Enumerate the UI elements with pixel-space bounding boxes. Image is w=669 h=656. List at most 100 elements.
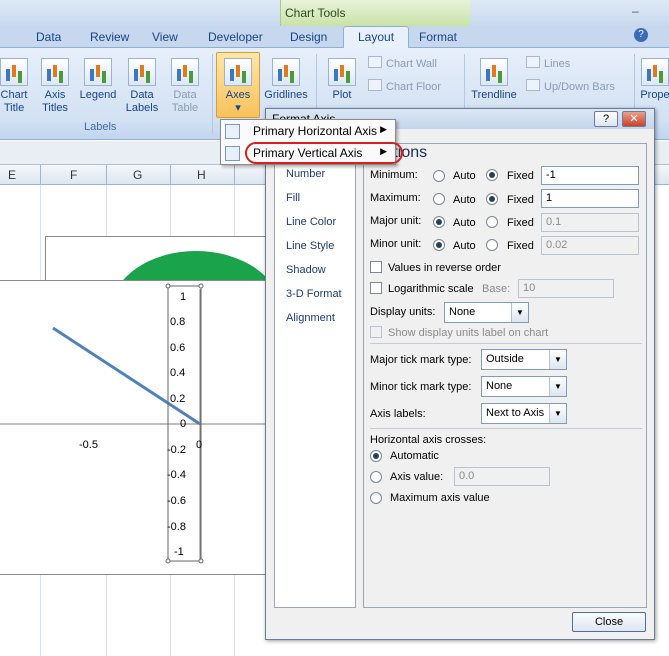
tab-format[interactable]: Format bbox=[419, 30, 457, 44]
show-units-label: Show display units label on chart bbox=[388, 327, 549, 339]
menu-item-primary-horizontal-axis[interactable]: Primary Horizontal Axis ▶ bbox=[221, 121, 395, 142]
minor-unit-fixed-label: Fixed bbox=[507, 240, 534, 252]
column-header-h[interactable]: H bbox=[197, 168, 206, 182]
gridlines-button[interactable]: Gridlines bbox=[262, 58, 310, 102]
crosses-axis-value-field[interactable]: 0.0 bbox=[454, 467, 550, 486]
column-header-f[interactable]: F bbox=[70, 168, 77, 182]
group-divider bbox=[212, 54, 213, 134]
background-chart[interactable] bbox=[45, 236, 270, 281]
trendline-icon bbox=[480, 58, 508, 86]
properties-button[interactable]: Prope bbox=[638, 58, 669, 102]
minimum-auto-radio[interactable] bbox=[433, 170, 445, 182]
crosses-axis-value-label: Axis value: bbox=[390, 471, 444, 483]
major-unit-fixed-radio[interactable] bbox=[486, 216, 498, 228]
values-reverse-checkbox[interactable] bbox=[370, 261, 382, 273]
chart-floor-button[interactable]: Chart Floor bbox=[368, 79, 441, 93]
nav-fill[interactable]: Fill bbox=[286, 192, 300, 204]
axis-labels-select[interactable]: Next to Axis ▼ bbox=[481, 403, 567, 424]
y-tick-label: 0 bbox=[180, 418, 187, 430]
data-labels-button[interactable]: Data Labels bbox=[122, 58, 162, 115]
minor-tick-label: Minor tick mark type: bbox=[370, 381, 472, 393]
legend-button[interactable]: Legend bbox=[77, 58, 119, 102]
minor-unit-field[interactable]: 0.02 bbox=[541, 236, 639, 255]
maximum-auto-radio[interactable] bbox=[433, 193, 445, 205]
nav-alignment[interactable]: Alignment bbox=[286, 312, 335, 324]
chart-title-button[interactable]: Chart Title bbox=[0, 58, 32, 115]
nav-3d-format[interactable]: 3-D Format bbox=[286, 288, 342, 300]
axis-titles-button[interactable]: Axis Titles bbox=[36, 58, 74, 115]
data-labels-icon bbox=[128, 58, 156, 86]
divider bbox=[370, 343, 642, 344]
maximum-auto-label: Auto bbox=[453, 194, 476, 206]
x-tick-label: -0.5 bbox=[79, 439, 98, 451]
major-unit-auto-radio[interactable] bbox=[433, 216, 445, 228]
column-header-g[interactable]: G bbox=[133, 168, 142, 182]
major-unit-fixed-label: Fixed bbox=[507, 217, 534, 229]
column-header-e[interactable]: E bbox=[8, 168, 16, 182]
tab-view[interactable]: View bbox=[152, 30, 178, 44]
base-field[interactable]: 10 bbox=[518, 279, 614, 298]
nav-line-style[interactable]: Line Style bbox=[286, 240, 334, 252]
dialog-help-button[interactable]: ? bbox=[594, 111, 618, 127]
axes-button-content[interactable]: Axes ▾ bbox=[218, 58, 258, 115]
chart-area[interactable]: 1 0.8 0.6 0.4 0.2 0 -0.2 -0.4 -0.6 -0.8 … bbox=[0, 280, 268, 575]
crosses-axis-value-radio[interactable] bbox=[370, 471, 382, 483]
minimum-fixed-radio[interactable] bbox=[486, 169, 498, 181]
tab-developer[interactable]: Developer bbox=[208, 30, 263, 44]
legend-icon bbox=[84, 58, 112, 86]
chart-wall-button[interactable]: Chart Wall bbox=[368, 56, 437, 70]
maximum-fixed-radio[interactable] bbox=[486, 193, 498, 205]
y-tick-label: -1 bbox=[174, 546, 184, 558]
lines-button[interactable]: Lines bbox=[526, 56, 570, 70]
minimum-field[interactable]: -1 bbox=[541, 166, 639, 185]
maximum-field[interactable]: 1 bbox=[541, 189, 639, 208]
minor-unit-fixed-radio[interactable] bbox=[486, 239, 498, 251]
major-unit-field[interactable]: 0.1 bbox=[541, 213, 639, 232]
y-tick-label: -0.4 bbox=[167, 469, 186, 481]
show-units-checkbox[interactable] bbox=[370, 326, 382, 338]
tab-review[interactable]: Review bbox=[90, 30, 129, 44]
nav-number[interactable]: Number bbox=[286, 168, 325, 180]
minor-unit-auto-radio[interactable] bbox=[433, 239, 445, 251]
properties-icon bbox=[641, 58, 669, 86]
tab-layout[interactable]: Layout bbox=[343, 26, 410, 49]
tab-design[interactable]: Design bbox=[290, 30, 327, 44]
trendline-button[interactable]: Trendline bbox=[468, 58, 520, 102]
y-tick-label: 0.4 bbox=[170, 367, 186, 379]
y-tick-label: -0.6 bbox=[167, 495, 186, 507]
display-units-select[interactable]: None ▼ bbox=[444, 302, 529, 323]
plot-area-button[interactable]: Plot bbox=[324, 58, 360, 102]
y-tick-label: 0.2 bbox=[170, 393, 186, 405]
minimize-button[interactable]: – bbox=[632, 4, 639, 18]
x-tick-label: 0 bbox=[196, 439, 203, 451]
highlight-annotation bbox=[245, 142, 403, 164]
tab-data[interactable]: Data bbox=[36, 30, 61, 44]
chart-tools-text: Chart Tools bbox=[285, 6, 346, 20]
data-table-button[interactable]: Data Table bbox=[165, 58, 205, 115]
chevron-right-icon: ▶ bbox=[380, 124, 387, 134]
axis-labels-label: Axis labels: bbox=[370, 408, 426, 420]
values-reverse-label: Values in reverse order bbox=[388, 262, 501, 274]
y-tick-label: 0.8 bbox=[170, 316, 186, 328]
chevron-down-icon: ▼ bbox=[549, 377, 566, 396]
dialog-close-icon[interactable]: ✕ bbox=[622, 111, 646, 127]
major-tick-select[interactable]: Outside ▼ bbox=[481, 349, 567, 370]
close-button[interactable]: Close bbox=[572, 612, 646, 632]
nav-line-color[interactable]: Line Color bbox=[286, 216, 336, 228]
log-scale-checkbox[interactable] bbox=[370, 282, 382, 294]
data-table-icon bbox=[171, 58, 199, 86]
major-unit-auto-label: Auto bbox=[453, 217, 476, 229]
chart-tools-context-label: Chart Tools bbox=[280, 0, 470, 26]
crosses-max-radio[interactable] bbox=[370, 492, 382, 504]
major-unit-label: Major unit: bbox=[370, 215, 422, 227]
minimum-auto-label: Auto bbox=[453, 170, 476, 182]
nav-shadow[interactable]: Shadow bbox=[286, 264, 326, 276]
help-icon[interactable]: ? bbox=[634, 28, 648, 42]
up-down-bars-button[interactable]: Up/Down Bars bbox=[526, 79, 615, 93]
minor-tick-select[interactable]: None ▼ bbox=[481, 376, 567, 397]
minor-unit-label: Minor unit: bbox=[370, 238, 422, 250]
minimum-label: Minimum: bbox=[370, 169, 418, 181]
plot-area-icon bbox=[328, 58, 356, 86]
crosses-automatic-radio[interactable] bbox=[370, 450, 382, 462]
crosses-max-label: Maximum axis value bbox=[390, 492, 490, 504]
